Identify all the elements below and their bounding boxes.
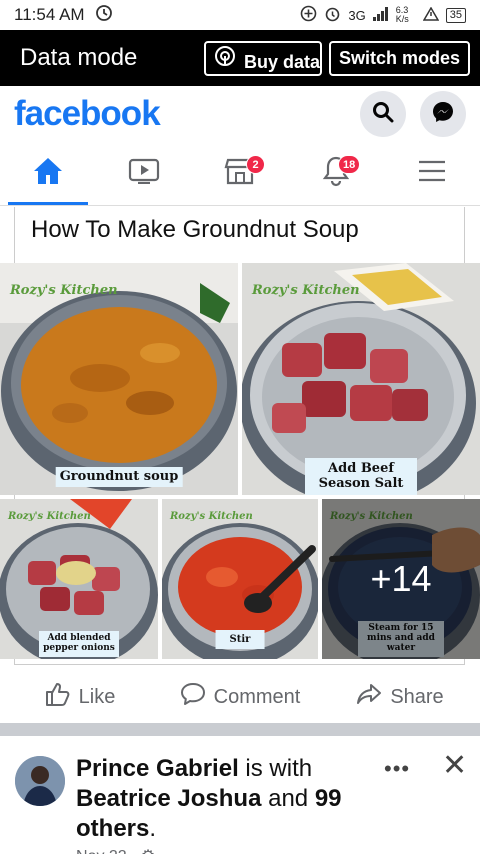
- photo-steam-more[interactable]: Rozy's Kitchen Steam for 15 mins and add…: [322, 499, 480, 659]
- tab-watch[interactable]: [96, 142, 192, 205]
- share-button[interactable]: Share: [320, 682, 480, 712]
- and-text: and: [268, 785, 309, 812]
- video-icon: [128, 158, 160, 189]
- photo-caption: Add blended pepper onions: [39, 631, 119, 657]
- like-button[interactable]: Like: [0, 682, 160, 712]
- like-label: Like: [78, 685, 116, 708]
- buy-data-label: Buy data: [243, 51, 320, 72]
- data-saver-icon: [95, 4, 113, 27]
- photo-caption: Add Beef Season Salt: [305, 458, 417, 495]
- next-post: Prince Gabriel is with Beatrice Joshua a…: [0, 742, 480, 854]
- tagged-name[interactable]: Beatrice Joshua: [76, 785, 261, 812]
- battery-level: 35: [445, 7, 466, 23]
- marketplace-badge: 2: [246, 155, 265, 174]
- photo-watermark: Rozy's Kitchen: [10, 283, 118, 298]
- feed-divider: [0, 723, 480, 736]
- photo-caption: Stir: [215, 630, 265, 649]
- tab-home[interactable]: [0, 142, 96, 205]
- is-with-text: is with: [245, 755, 313, 782]
- photo-watermark: Rozy's Kitchen: [8, 511, 91, 522]
- post-actions: Like Comment Share: [0, 672, 480, 722]
- tab-marketplace[interactable]: 2: [192, 142, 288, 205]
- others-count[interactable]: 99: [315, 785, 342, 812]
- net-speed: 6.3 K/s: [395, 5, 409, 24]
- comment-button[interactable]: Comment: [160, 682, 320, 712]
- facebook-logo[interactable]: facebook: [14, 94, 161, 134]
- buy-data-button[interactable]: Buy data: [203, 40, 322, 76]
- signal-icon: [372, 6, 389, 24]
- more-photos-overlay[interactable]: +14: [322, 499, 480, 659]
- messenger-button[interactable]: [420, 91, 466, 137]
- avatar[interactable]: [15, 756, 65, 806]
- photo-add-beef[interactable]: Rozy's Kitchen Add Beef Season Salt: [242, 263, 480, 495]
- hamburger-menu-icon: [418, 159, 446, 188]
- tab-notifications[interactable]: 18: [288, 142, 384, 205]
- share-label: Share: [390, 685, 444, 708]
- switch-modes-label: Switch modes: [338, 47, 460, 68]
- period-text: .: [149, 815, 157, 842]
- photo-add-pepper-onions[interactable]: Rozy's Kitchen Add blended pepper onions: [0, 499, 158, 659]
- search-icon: [372, 101, 394, 128]
- wifi-hotspot-icon: [214, 45, 236, 72]
- notifications-badge: 18: [338, 155, 361, 174]
- photo-watermark: Rozy's Kitchen: [252, 283, 360, 298]
- more-options-icon[interactable]: •••: [384, 756, 410, 782]
- share-icon: [356, 682, 382, 712]
- comment-label: Comment: [213, 685, 301, 708]
- post-time: Nov 22 · ⚙: [76, 846, 155, 854]
- comment-icon: [180, 682, 206, 712]
- thumbs-up-icon: [45, 682, 71, 712]
- add-circle-icon: [300, 5, 317, 25]
- photo-watermark: Rozy's Kitchen: [170, 511, 253, 522]
- tab-menu[interactable]: [384, 142, 480, 205]
- photo-stir[interactable]: Rozy's Kitchen Stir: [162, 499, 318, 659]
- home-icon: [32, 156, 64, 191]
- alarm-icon: [324, 5, 341, 25]
- messenger-icon: [431, 100, 455, 129]
- close-icon[interactable]: ✕: [442, 748, 467, 783]
- nav-tabs: 2 18: [0, 142, 480, 206]
- data-mode-bar: Data mode Buy data Switch modes: [0, 30, 480, 86]
- photo-groundnut-soup[interactable]: Rozy's Kitchen Groundnut soup: [0, 263, 238, 495]
- switch-modes-button[interactable]: Switch modes: [328, 40, 470, 76]
- photo-caption: Groundnut soup: [55, 466, 183, 487]
- status-time: 11:54 AM: [14, 5, 85, 24]
- post-header-text: Prince Gabriel is with Beatrice Joshua a…: [76, 754, 376, 844]
- status-bar: 11:54 AM 3G 6.3 K/s 35: [0, 0, 480, 30]
- network-type: 3G: [348, 7, 366, 23]
- data-mode-title: Data mode: [20, 44, 138, 71]
- more-photos-count: +14: [370, 558, 432, 599]
- app-header: facebook: [0, 86, 480, 142]
- author-name[interactable]: Prince Gabriel: [76, 755, 239, 782]
- search-button[interactable]: [360, 91, 406, 137]
- warning-icon: [422, 6, 440, 24]
- post-title: How To Make Groundnut Soup: [31, 216, 359, 243]
- others-suffix[interactable]: others: [76, 815, 149, 842]
